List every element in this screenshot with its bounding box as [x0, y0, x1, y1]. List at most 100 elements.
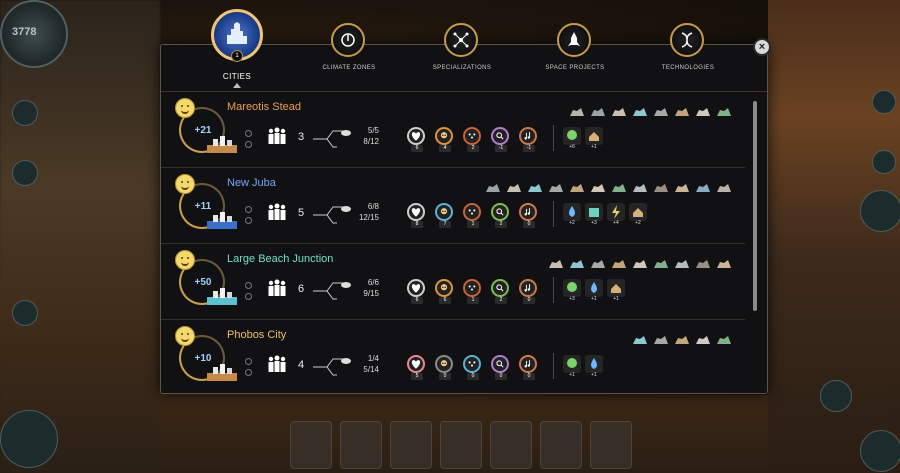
building-icon[interactable]	[632, 105, 648, 117]
house-yield[interactable]: +2	[629, 203, 649, 227]
radio-option[interactable]	[245, 282, 252, 289]
radio-option[interactable]	[245, 293, 252, 300]
skull-resource[interactable]: 4	[435, 127, 457, 152]
radio-option[interactable]	[245, 358, 252, 365]
drop-yield[interactable]: +2	[563, 203, 583, 227]
building-icon[interactable]	[653, 257, 669, 269]
hud-button[interactable]	[860, 190, 900, 232]
building-icon[interactable]	[611, 181, 627, 193]
drop-yield[interactable]: +1	[585, 355, 605, 379]
music-resource[interactable]: 0	[519, 203, 541, 228]
building-icon[interactable]	[632, 333, 648, 345]
building-icon[interactable]	[611, 257, 627, 269]
music-resource[interactable]: 0	[519, 279, 541, 304]
bottom-card[interactable]	[540, 421, 582, 469]
plant-yield[interactable]: +1	[563, 355, 583, 379]
city-name[interactable]: Mareotis Stead	[227, 101, 301, 113]
building-icon[interactable]	[716, 333, 732, 345]
skull-resource[interactable]: 7	[435, 203, 457, 228]
bottom-card[interactable]	[290, 421, 332, 469]
house-yield[interactable]: +1	[607, 279, 627, 303]
heart-resource[interactable]: 8	[407, 203, 429, 228]
close-button[interactable]: ×	[753, 38, 771, 56]
building-icon[interactable]	[653, 181, 669, 193]
building-icon[interactable]	[590, 181, 606, 193]
city-row[interactable]: +21 Mareotis Stead 3 5/5 8/12 6 4 2 -1 -1 +6…	[161, 93, 745, 168]
radio-option[interactable]	[245, 206, 252, 213]
radio-option[interactable]	[245, 141, 252, 148]
building-icon[interactable]	[716, 181, 732, 193]
hud-button[interactable]	[872, 90, 896, 114]
building-icon[interactable]	[695, 105, 711, 117]
hud-button[interactable]	[820, 380, 852, 412]
building-icon[interactable]	[527, 181, 543, 193]
building-icon[interactable]	[569, 257, 585, 269]
building-icon[interactable]	[653, 105, 669, 117]
key-resource[interactable]: 0	[491, 355, 513, 380]
dots-resource[interactable]: 1	[463, 203, 485, 228]
plant-yield[interactable]: +6	[563, 127, 583, 151]
skull-resource[interactable]: 6	[435, 279, 457, 304]
building-icon[interactable]	[590, 257, 606, 269]
building-icon[interactable]	[674, 333, 690, 345]
dots-resource[interactable]: 0	[463, 355, 485, 380]
building-icon[interactable]	[548, 181, 564, 193]
bottom-card[interactable]	[440, 421, 482, 469]
city-name[interactable]: Phobos City	[227, 329, 286, 341]
hud-button[interactable]	[12, 300, 38, 326]
building-icon[interactable]	[695, 257, 711, 269]
bolt-yield[interactable]: +4	[607, 203, 627, 227]
hud-button[interactable]	[860, 430, 900, 472]
building-icon[interactable]	[569, 181, 585, 193]
heart-resource[interactable]: 5	[407, 355, 429, 380]
building-icon[interactable]	[548, 257, 564, 269]
dots-resource[interactable]: 2	[463, 127, 485, 152]
plant-yield[interactable]: +3	[563, 279, 583, 303]
scrollbar[interactable]	[753, 101, 757, 311]
building-icon[interactable]	[569, 105, 585, 117]
box-yield[interactable]: +3	[585, 203, 605, 227]
city-row[interactable]: +10 Phobos City 4 1/4 5/14 5 0 0 0 0 +1 +1	[161, 321, 745, 393]
building-icon[interactable]	[611, 105, 627, 117]
building-icon[interactable]	[632, 181, 648, 193]
heart-resource[interactable]: 6	[407, 279, 429, 304]
building-icon[interactable]	[716, 105, 732, 117]
radio-option[interactable]	[245, 130, 252, 137]
skull-resource[interactable]: 0	[435, 355, 457, 380]
bottom-card[interactable]	[390, 421, 432, 469]
bottom-card[interactable]	[490, 421, 532, 469]
heart-resource[interactable]: 6	[407, 127, 429, 152]
music-resource[interactable]: 0	[519, 355, 541, 380]
city-row[interactable]: +50 Large Beach Junction 6 6/6 9/15 6 6 1 2 …	[161, 245, 745, 320]
key-resource[interactable]: 2	[491, 279, 513, 304]
city-name[interactable]: Large Beach Junction	[227, 253, 333, 265]
population-orb[interactable]: 3778	[0, 0, 68, 68]
hud-button[interactable]	[12, 100, 38, 126]
building-icon[interactable]	[716, 257, 732, 269]
building-icon[interactable]	[674, 181, 690, 193]
key-resource[interactable]: 2	[491, 203, 513, 228]
music-resource[interactable]: -1	[519, 127, 541, 152]
bottom-card[interactable]	[590, 421, 632, 469]
building-icon[interactable]	[695, 333, 711, 345]
building-icon[interactable]	[590, 105, 606, 117]
building-icon[interactable]	[695, 181, 711, 193]
hud-button[interactable]	[872, 150, 896, 174]
building-icon[interactable]	[674, 257, 690, 269]
radio-option[interactable]	[245, 217, 252, 224]
city-row[interactable]: +11 New Juba 5 6/8 12/15 8 7 1 2 0 +2 +3 +4 …	[161, 169, 745, 244]
city-name[interactable]: New Juba	[227, 177, 276, 189]
bottom-card[interactable]	[340, 421, 382, 469]
key-resource[interactable]: -1	[491, 127, 513, 152]
hud-button[interactable]	[12, 160, 38, 186]
dots-resource[interactable]: 1	[463, 279, 485, 304]
building-icon[interactable]	[632, 257, 648, 269]
radio-option[interactable]	[245, 369, 252, 376]
building-icon[interactable]	[674, 105, 690, 117]
building-icon[interactable]	[653, 333, 669, 345]
building-icon[interactable]	[506, 181, 522, 193]
building-icon[interactable]	[485, 181, 501, 193]
house-yield[interactable]: +1	[585, 127, 605, 151]
hud-button[interactable]	[0, 410, 58, 468]
drop-yield[interactable]: +1	[585, 279, 605, 303]
